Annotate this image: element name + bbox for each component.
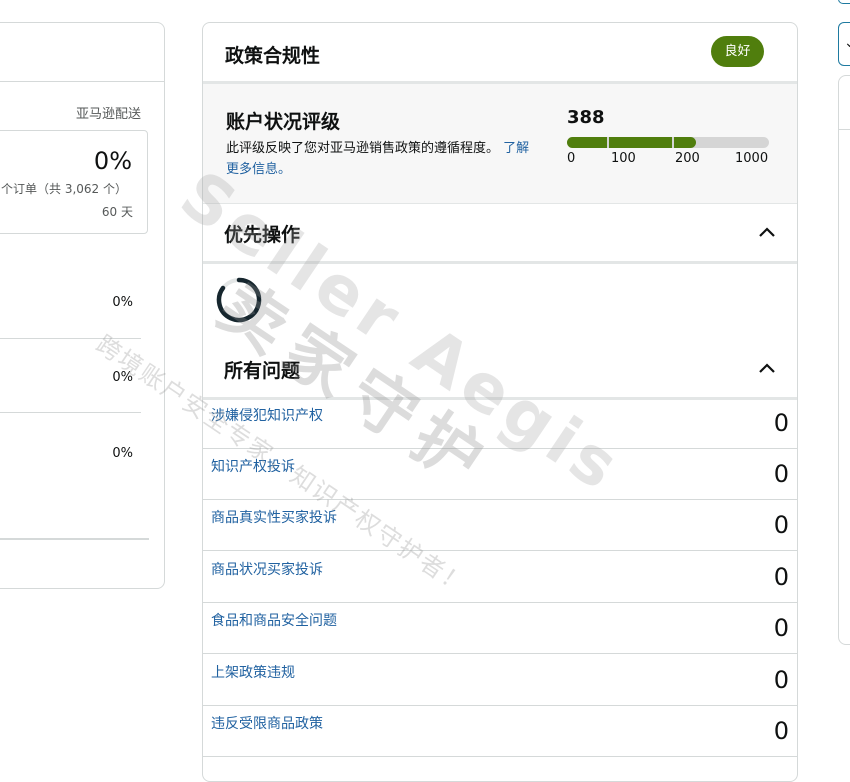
ahr-score: 388: [567, 107, 605, 128]
issue-count: 0: [773, 666, 789, 694]
section-title: 优先操作: [224, 224, 301, 246]
account-health-rating: 账户状况评级 此评级反映了您对亚马逊销售政策的遵循程度。 了解更多信息。 388…: [203, 84, 797, 204]
ahr-description-text: 此评级反映了您对亚马逊销售政策的遵循程度。: [226, 141, 500, 156]
divider: [0, 81, 164, 82]
chevron-up-icon[interactable]: [755, 357, 779, 381]
divider: [0, 412, 141, 413]
account-health-left-panel: 亚马逊配送 0% 个订单（共 3,062 个） 60 天 0% 0% 0%: [0, 22, 165, 589]
issue-count: 0: [773, 511, 789, 539]
score-tick: 200: [675, 151, 700, 166]
issue-link[interactable]: 上架政策违规: [211, 662, 295, 682]
metric-percent: 0%: [112, 446, 133, 461]
issue-row: 商品真实性买家投诉 0: [203, 499, 797, 551]
issue-link[interactable]: 商品真实性买家投诉: [211, 507, 337, 527]
chevron-down-icon: ⌄: [844, 35, 850, 51]
metric-percent: 0%: [112, 295, 133, 310]
divider: [0, 538, 149, 540]
issue-row: 上架政策违规 0: [203, 654, 797, 706]
divider: [839, 129, 850, 130]
score-tick: 100: [611, 151, 636, 166]
order-count-text: 个订单（共 3,062 个）: [1, 182, 127, 196]
issue-link[interactable]: 食品和商品安全问题: [211, 610, 337, 630]
issue-count: 0: [773, 460, 789, 488]
score-bar-segment: [609, 137, 673, 148]
order-defect-rate-box[interactable]: 0% 个订单（共 3,062 个） 60 天: [0, 130, 148, 234]
dropdown-toggle[interactable]: ⌄: [838, 22, 850, 66]
divider: [0, 338, 141, 339]
spinner-icon: [216, 277, 262, 323]
issue-link[interactable]: 违反受限商品政策: [211, 713, 323, 733]
policy-compliance-panel: 政策合规性 良好 账户状况评级 此评级反映了您对亚马逊销售政策的遵循程度。 了解…: [202, 22, 798, 782]
score-tick: 0: [567, 151, 576, 166]
issue-row: 涉嫌侵犯知识产权 0: [203, 397, 797, 449]
issue-row: 商品状况买家投诉 0: [203, 551, 797, 603]
issue-count: 0: [773, 563, 789, 591]
issue-count: 0: [773, 409, 789, 437]
right-panel: [838, 75, 850, 645]
issue-count: 0: [773, 717, 789, 745]
panel-header: 政策合规性 良好: [203, 23, 797, 84]
issue-link[interactable]: 商品状况买家投诉: [211, 559, 323, 579]
section-title: 所有问题: [224, 360, 301, 382]
order-defect-rate-value: 0%: [93, 147, 132, 175]
issue-link[interactable]: 知识产权投诉: [211, 456, 295, 476]
ahr-description: 此评级反映了您对亚马逊销售政策的遵循程度。 了解更多信息。: [226, 138, 531, 180]
priority-actions-header[interactable]: 优先操作: [203, 203, 797, 264]
panel-title: 政策合规性: [225, 45, 321, 67]
chevron-up-icon[interactable]: [755, 221, 779, 245]
ahr-score-bar: [567, 137, 769, 148]
metric-percent: 0%: [112, 370, 133, 385]
score-bar-segment: [674, 137, 697, 148]
status-badge: 良好: [711, 36, 764, 67]
score-bar-segment: [567, 137, 608, 148]
time-window-text: 60 天: [101, 205, 133, 219]
all-issues-header[interactable]: 所有问题: [203, 339, 797, 400]
issue-row: 食品和商品安全问题 0: [203, 602, 797, 654]
issue-count: 0: [773, 614, 789, 642]
fba-column-label: 亚马逊配送: [75, 107, 141, 122]
ahr-title: 账户状况评级: [226, 111, 341, 133]
issue-row: 知识产权投诉 0: [203, 448, 797, 500]
score-tick: 1000: [735, 151, 769, 166]
issue-link[interactable]: 涉嫌侵犯知识产权: [211, 405, 323, 425]
dropdown-fragment[interactable]: [838, 0, 850, 4]
issue-row: 违反受限商品政策 0: [203, 705, 797, 757]
